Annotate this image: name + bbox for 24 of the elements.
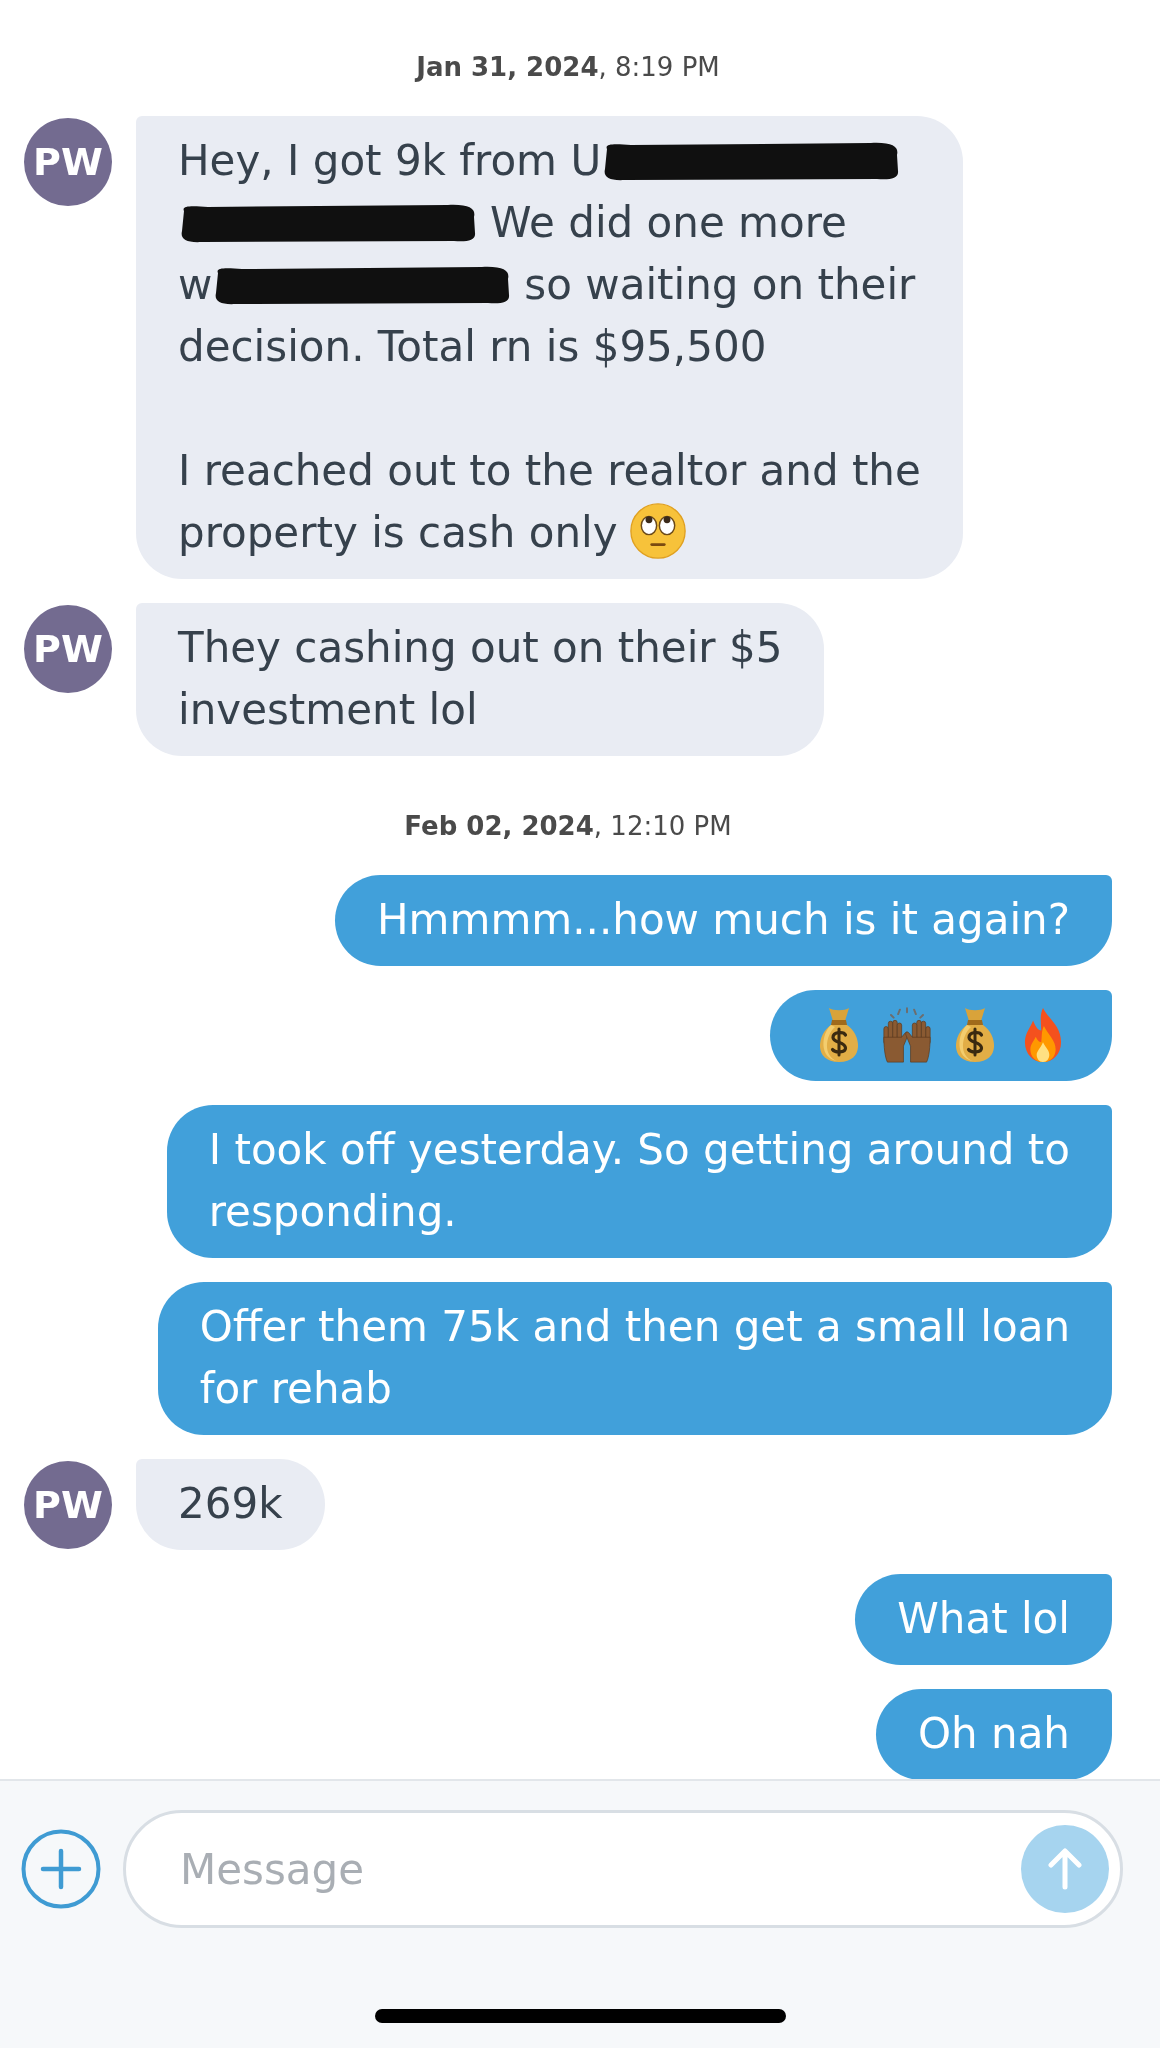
message-bubble: Oh nah	[876, 1689, 1112, 1779]
message-text: We did one more	[490, 198, 847, 247]
message-text: so waiting on their	[524, 260, 916, 309]
avatar: PW	[24, 605, 112, 693]
raised-hands-icon	[880, 1007, 934, 1063]
avatar: PW	[24, 118, 112, 206]
message-bubble: I took off yesterday. So getting around to responding.	[166, 1105, 1112, 1258]
timestamp: Feb 02, 2024, 12:10 PM	[404, 810, 732, 842]
plus-icon[interactable]	[21, 1829, 101, 1909]
message-text: w	[178, 260, 213, 309]
message-text: decision. Total rn is $95,500	[178, 322, 767, 371]
message-text: Hey, I got 9k from U	[178, 136, 602, 185]
timestamp: Jan 31, 2024, 8:19 PM	[416, 51, 720, 83]
message-bubble: 269k	[136, 1459, 325, 1550]
eye-roll-face-icon	[629, 503, 686, 559]
message-text: I reached out to the realtor and the	[178, 446, 921, 495]
arrow-up-icon	[1048, 1848, 1082, 1890]
message-bubble: They cashing out on their $5 investment lol	[136, 603, 825, 756]
message-bubble: What lol	[855, 1574, 1112, 1665]
message-field[interactable]: Message	[123, 1810, 1123, 1928]
avatar: PW	[24, 1461, 112, 1549]
message-text: property is cash only	[178, 508, 618, 557]
message-bubble: Offer them 75k and then get a small loan for rehab	[157, 1282, 1112, 1435]
message-bubble: Hmmmm...how much is it again?	[335, 875, 1112, 966]
